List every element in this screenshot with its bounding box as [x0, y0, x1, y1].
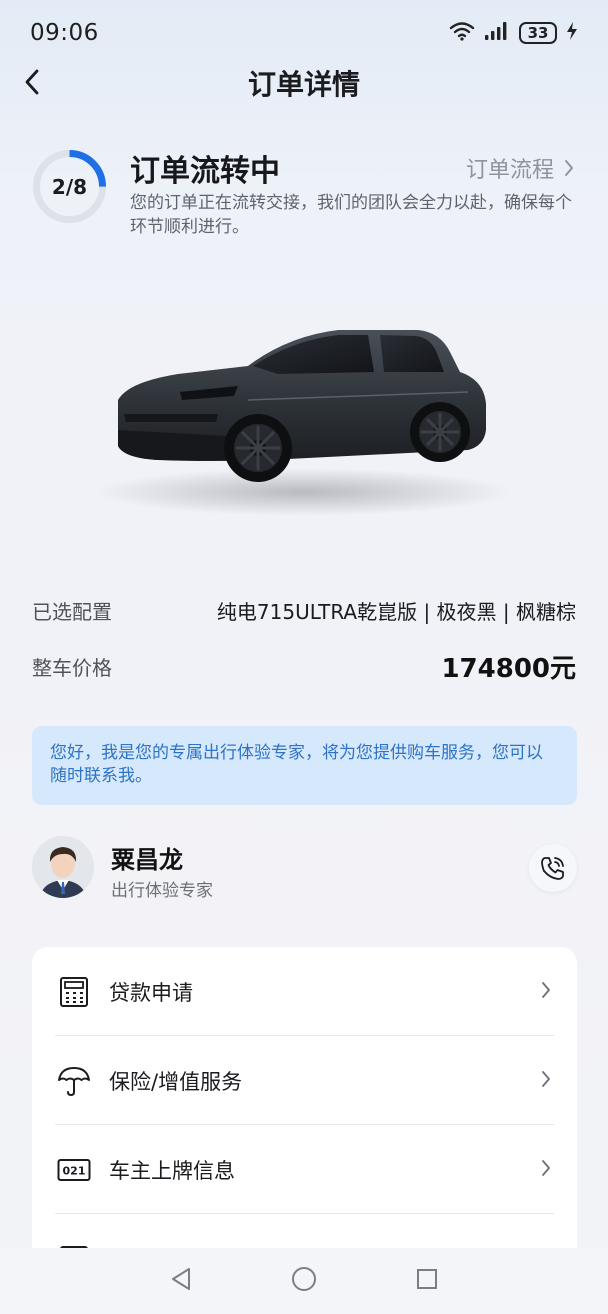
services-card: 贷款申请 保险/增值服务 021 车主上牌信息 — [32, 947, 577, 1267]
charging-icon — [566, 21, 578, 45]
chevron-right-icon — [565, 160, 573, 176]
menu-item-plate[interactable]: 021 车主上牌信息 — [32, 1125, 577, 1214]
price-value: 174800元 — [441, 654, 576, 684]
page-title: 订单详情 — [247, 68, 360, 101]
wifi-icon — [449, 21, 475, 45]
license-plate-icon: 021 — [57, 1153, 91, 1187]
square-recents-icon — [417, 1269, 437, 1289]
config-row: 已选配置 纯电715ULTRA乾崑版 | 极夜黑 | 枫糖棕 — [32, 596, 576, 625]
order-flow-label: 订单流程 — [465, 158, 554, 183]
menu-item-loan[interactable]: 贷款申请 — [32, 947, 577, 1036]
chevron-right-icon — [542, 1160, 550, 1176]
status-icons: 33 — [449, 21, 578, 45]
config-value: 纯电715ULTRA乾崑版 | 极夜黑 | 枫糖棕 — [216, 600, 576, 624]
order-flow-link[interactable]: 订单流程 — [466, 152, 574, 184]
chevron-right-icon — [542, 1071, 550, 1087]
system-nav-bar — [0, 1248, 608, 1314]
calculator-icon — [57, 975, 91, 1009]
battery-indicator: 33 — [519, 22, 557, 44]
status-time: 09:06 — [30, 20, 99, 46]
nav-recents-button[interactable] — [415, 1267, 439, 1295]
consultant-card: 粟昌龙 出行体验专家 — [32, 836, 577, 902]
menu-item-label: 贷款申请 — [109, 981, 193, 1005]
consultant-name: 粟昌龙 — [111, 846, 183, 874]
phone-icon — [541, 857, 564, 880]
umbrella-icon — [57, 1064, 91, 1098]
circle-home-icon — [292, 1267, 316, 1291]
progress-text: 2/8 — [51, 174, 88, 199]
nav-back-button[interactable] — [169, 1266, 193, 1296]
svg-text:021: 021 — [63, 1165, 86, 1178]
signal-icon — [484, 21, 510, 45]
header: 订单详情 — [0, 58, 608, 106]
consultant-role: 出行体验专家 — [111, 881, 213, 901]
chevron-right-icon — [542, 982, 550, 998]
avatar[interactable] — [32, 836, 94, 898]
triangle-back-icon — [172, 1268, 190, 1290]
price-row: 整车价格 174800元 — [32, 648, 576, 685]
order-status-title: 订单流转中 — [130, 154, 280, 189]
config-label: 已选配置 — [32, 600, 112, 624]
consultant-notice: 您好，我是您的专属出行体验专家，将为您提供购车服务，您可以随时联系我。 — [32, 726, 577, 805]
menu-item-label: 车主上牌信息 — [109, 1159, 235, 1183]
call-button[interactable] — [529, 844, 577, 892]
menu-item-label: 保险/增值服务 — [109, 1070, 243, 1094]
car-image — [88, 300, 528, 530]
nav-home-button[interactable] — [291, 1266, 317, 1296]
menu-item-insurance[interactable]: 保险/增值服务 — [32, 1036, 577, 1125]
price-label: 整车价格 — [32, 656, 112, 680]
order-status-description: 您的订单正在流转交接，我们的团队会全力以赴，确保每个环节顺利进行。 — [130, 193, 572, 237]
status-bar: 09:06 33 — [0, 0, 608, 62]
